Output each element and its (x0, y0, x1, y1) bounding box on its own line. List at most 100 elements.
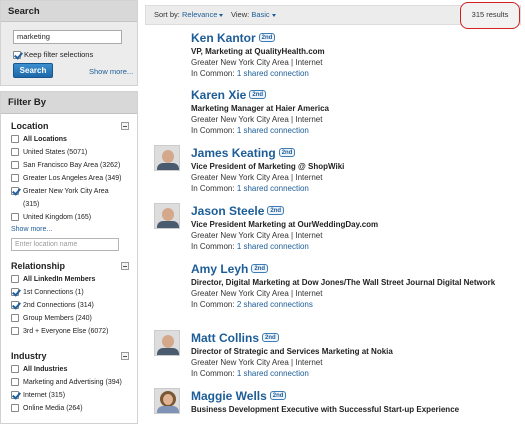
filter-option-label: San Francisco Bay Area (3262) (23, 162, 121, 169)
result-name-link[interactable]: Jason Steele (191, 204, 264, 218)
result-name-link[interactable]: Ken Kantor (191, 31, 256, 45)
filter-option[interactable]: All Locations (11, 133, 137, 146)
location-collapse-icon[interactable] (121, 122, 129, 130)
relationship-section-title: Relationship (11, 259, 137, 273)
keep-filters-option[interactable]: Keep filter selections (13, 50, 94, 60)
checkbox[interactable] (11, 288, 19, 297)
filter-option[interactable]: United States (5071) (11, 146, 137, 159)
filter-option-label: United States (5071) (23, 149, 88, 156)
relationship-filter-section: Relationship All LinkedIn Members 1st Co… (1, 259, 137, 338)
result-in-common: In Common: 2 shared connections (191, 299, 511, 310)
industry-section-title: Industry (11, 349, 137, 363)
result-name-link[interactable]: Maggie Wells (191, 389, 267, 403)
checkbox[interactable] (11, 365, 19, 374)
shared-connections-link[interactable]: 2 shared connections (237, 300, 313, 309)
avatar[interactable] (154, 330, 180, 356)
search-panel-title: Search (1, 1, 137, 22)
result-name-link[interactable]: Amy Leyh (191, 262, 248, 276)
avatar[interactable] (154, 203, 180, 229)
checkbox[interactable] (11, 174, 19, 183)
keep-filters-label: Keep filter selections (24, 50, 94, 59)
degree-badge: 2nd (262, 333, 279, 342)
filter-option[interactable]: Internet (315) (11, 389, 137, 402)
result-headline: Vice President of Marketing @ ShopWiki (191, 162, 345, 171)
filter-panel-title: Filter By (1, 92, 137, 114)
filter-option-label: Marketing and Advertising (394) (23, 379, 122, 386)
result-in-common: In Common: 1 shared connection (191, 183, 511, 194)
filter-option[interactable]: All LinkedIn Members (11, 273, 137, 286)
filter-option-label: Group Members (240) (23, 315, 92, 322)
filter-option[interactable]: 2nd Connections (314) (11, 299, 137, 312)
checkbox[interactable] (11, 161, 19, 170)
degree-badge: 2nd (267, 206, 285, 215)
show-more-locations-link[interactable]: Show more... (11, 224, 137, 236)
search-button[interactable]: Search (13, 63, 53, 78)
filter-option[interactable]: Online Media (264) (11, 402, 137, 415)
result-location: Greater New York City Area | Internet (191, 115, 323, 124)
filter-option-label: 1st Connections (1) (23, 289, 84, 296)
show-more-search-link[interactable]: Show more... (89, 67, 133, 76)
location-title-text: Location (11, 121, 49, 131)
checkbox[interactable] (11, 404, 19, 413)
result-name-link[interactable]: James Keating (191, 146, 276, 160)
result-location: Greater New York City Area | Internet (191, 231, 323, 240)
shared-connections-link[interactable]: 1 shared connection (237, 126, 309, 135)
avatar[interactable] (154, 388, 180, 414)
filter-option[interactable]: Group Members (240) (11, 312, 137, 325)
result-location: Greater New York City Area | Internet (191, 58, 323, 67)
checkbox[interactable] (11, 275, 19, 284)
result-headline: Director, Digital Marketing at Dow Jones… (191, 278, 496, 287)
sort-by-dropdown[interactable]: Sort by: Relevance (154, 6, 224, 24)
checkbox[interactable] (11, 148, 19, 157)
result-name-link[interactable]: Matt Collins (191, 331, 259, 345)
avatar[interactable] (154, 145, 180, 171)
result-headline: Vice President Marketing at OurWeddingDa… (191, 220, 379, 229)
checkbox[interactable] (11, 301, 19, 310)
filter-option[interactable]: Greater New York City Area (11, 185, 137, 198)
result-headline: Director of Strategic and Services Marke… (191, 347, 393, 356)
filter-option[interactable]: All Industries (11, 363, 137, 376)
degree-badge: 2nd (269, 391, 287, 400)
search-panel: Search marketing Keep filter selections … (0, 0, 138, 86)
degree-badge: 2nd (278, 148, 296, 157)
industry-collapse-icon[interactable] (121, 352, 129, 360)
filter-option-continuation: (315) (23, 201, 40, 208)
relationship-collapse-icon[interactable] (121, 262, 129, 270)
filter-option[interactable]: United Kingdom (165) (11, 211, 137, 224)
checkbox[interactable] (11, 187, 19, 196)
result-headline: Business Development Executive with Succ… (191, 405, 460, 414)
shared-connections-link[interactable]: 1 shared connection (237, 184, 309, 193)
result-headline: Marketing Manager at Haier America (191, 104, 329, 113)
shared-connections-link[interactable]: 1 shared connection (237, 69, 309, 78)
filter-option[interactable]: Marketing and Advertising (394) (11, 376, 137, 389)
keep-filters-checkbox[interactable] (13, 51, 21, 60)
result-in-common: In Common: 1 shared connection (191, 241, 511, 252)
filter-option[interactable]: 3rd + Everyone Else (6072) (11, 325, 137, 338)
filter-option[interactable]: Greater Los Angeles Area (349) (11, 172, 137, 185)
result-headline: VP, Marketing at QualityHealth.com (191, 47, 325, 56)
result-location: Greater New York City Area | Internet (191, 289, 323, 298)
in-common-label: In Common: (191, 300, 235, 309)
checkbox[interactable] (11, 378, 19, 387)
checkbox[interactable] (11, 314, 19, 323)
view-value[interactable]: Basic (251, 10, 269, 19)
sort-by-value[interactable]: Relevance (182, 10, 217, 19)
keywords-input[interactable]: marketing (13, 30, 122, 44)
checkbox[interactable] (11, 327, 19, 336)
filter-option-label: Greater Los Angeles Area (349) (23, 175, 122, 182)
filter-option[interactable]: 1st Connections (1) (11, 286, 137, 299)
checkbox[interactable] (11, 391, 19, 400)
shared-connections-link[interactable]: 1 shared connection (237, 242, 309, 251)
results-count: 315 results (460, 2, 520, 29)
location-section-title: Location (11, 119, 137, 133)
view-dropdown[interactable]: View: Basic (231, 6, 276, 24)
degree-badge: 2nd (251, 264, 269, 273)
filter-option-label: Greater New York City Area (23, 188, 109, 195)
checkbox[interactable] (11, 213, 19, 222)
location-name-input[interactable]: Enter location name (11, 238, 119, 251)
filter-option-label: Internet (315) (23, 392, 66, 399)
shared-connections-link[interactable]: 1 shared connection (237, 369, 309, 378)
result-name-link[interactable]: Karen Xie (191, 88, 246, 102)
checkbox[interactable] (11, 135, 19, 144)
filter-option[interactable]: San Francisco Bay Area (3262) (11, 159, 137, 172)
